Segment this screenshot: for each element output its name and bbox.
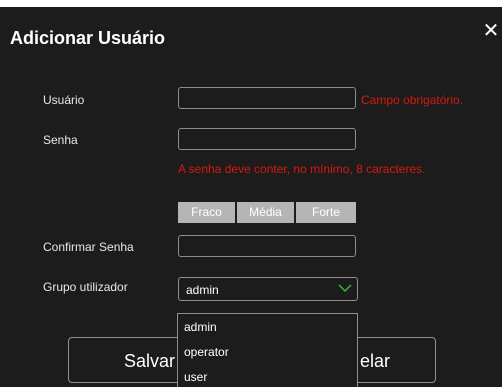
save-button[interactable]: Salvar <box>68 337 192 383</box>
username-error: Campo obrigatório. <box>361 93 464 107</box>
group-dropdown-list: admin operator user <box>177 313 358 387</box>
dropdown-option-admin[interactable]: admin <box>184 320 217 334</box>
password-label: Senha <box>43 133 78 147</box>
group-select-value: admin <box>186 283 219 297</box>
strength-weak: Fraco <box>178 202 235 223</box>
strength-strong: Forte <box>296 202 356 223</box>
password-input[interactable] <box>178 128 356 150</box>
close-icon[interactable]: ✕ <box>481 21 501 41</box>
confirm-password-input[interactable] <box>178 235 356 257</box>
add-user-dialog: Adicionar Usuário ✕ Usuário Campo obriga… <box>0 7 502 387</box>
save-button-label: Salvar <box>124 351 176 371</box>
group-label: Grupo utilizador <box>43 280 128 294</box>
chevron-down-icon <box>338 284 352 293</box>
confirm-password-label: Confirmar Senha <box>43 240 134 254</box>
cancel-button-label: elar <box>360 351 391 371</box>
password-strength-meter: Fraco Média Forte <box>178 202 356 223</box>
dialog-title: Adicionar Usuário <box>10 28 166 48</box>
password-error: A senha deve conter, no mínimo, 8 caract… <box>178 162 426 176</box>
username-label: Usuário <box>43 93 85 107</box>
username-input[interactable] <box>178 87 356 109</box>
strength-medium: Média <box>237 202 294 223</box>
dropdown-option-user[interactable]: user <box>184 370 207 384</box>
dropdown-option-operator[interactable]: operator <box>184 345 229 359</box>
group-select[interactable]: admin <box>178 277 358 301</box>
